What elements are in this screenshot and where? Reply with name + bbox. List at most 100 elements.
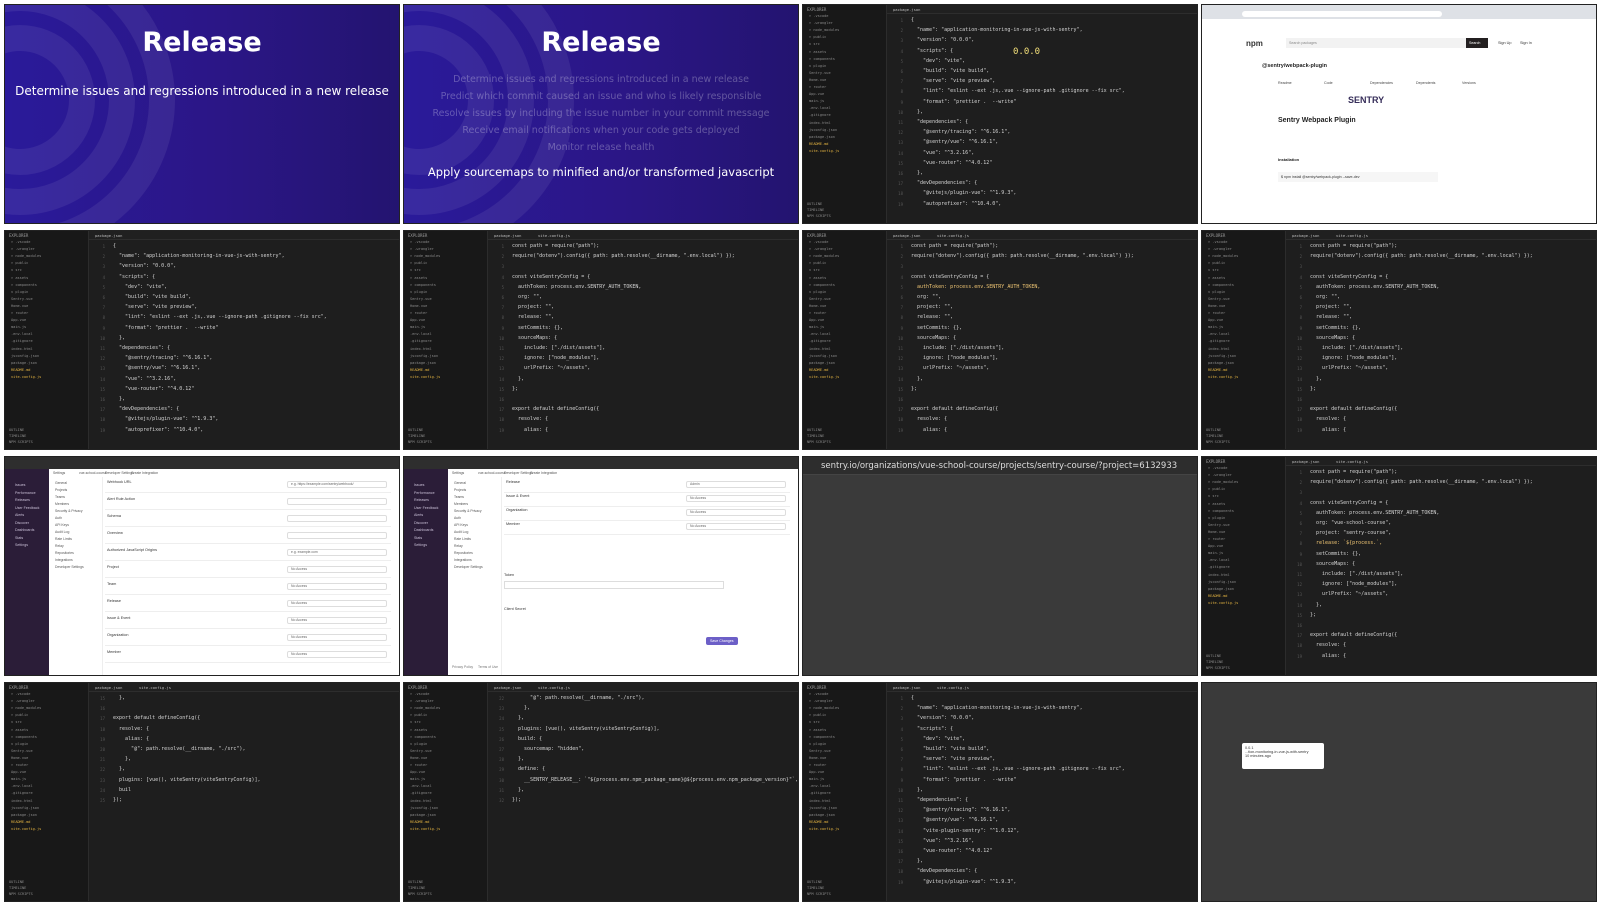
editor-tab[interactable]: package.json [893,7,920,12]
explorer-item[interactable]: main.js [809,325,824,329]
npm-tab[interactable]: Dependents [1416,81,1435,85]
settings-nav-item[interactable]: General [55,481,67,485]
explorer-item[interactable]: vite.config.js [410,375,440,379]
settings-nav-item[interactable]: Rate Limits [55,537,72,541]
explorer-item[interactable]: package.json [410,813,436,817]
explorer-item[interactable]: > assets [410,276,427,280]
editor-tab[interactable]: package.json [1292,459,1319,464]
explorer-item[interactable]: > components [809,735,835,739]
sidebar-item[interactable]: Discover [414,521,428,525]
npm-tab[interactable]: Code [1324,81,1333,85]
explorer-item[interactable]: > node_modules [410,706,440,710]
breadcrumb-item[interactable]: Create Integration [131,471,158,475]
explorer-item[interactable]: README.md [11,368,30,372]
explorer-item[interactable]: Home.vue [410,756,427,760]
explorer-item[interactable]: .env.local [809,332,831,336]
sidebar-item[interactable]: Alerts [414,513,423,517]
npm-sign-in[interactable]: Sign In [1520,41,1532,45]
explorer-item[interactable]: index.html [809,799,831,803]
explorer-item[interactable]: package.json [410,361,436,365]
breadcrumb-item[interactable]: Create Integration [530,471,557,475]
explorer-item[interactable]: App.vue [1208,544,1223,548]
editor-tab[interactable]: vite.config.js [538,685,570,690]
editor-tab[interactable]: package.json [893,233,920,238]
settings-nav-item[interactable]: Relay [454,544,463,548]
explorer-item[interactable]: App.vue [410,770,425,774]
settings-nav-item[interactable]: Teams [454,495,464,499]
explorer-item[interactable]: > .wrangler [1208,247,1232,251]
explorer-item[interactable]: > assets [410,728,427,732]
explorer-timeline[interactable]: TIMELINE [9,434,26,438]
explorer-item[interactable]: README.md [809,142,828,146]
explorer-npm_scripts[interactable]: NPM SCRIPTS [408,892,432,896]
explorer-item[interactable]: vite.config.js [410,827,440,831]
sidebar-item[interactable]: Releases [414,498,429,502]
settings-nav-item[interactable]: Teams [55,495,65,499]
explorer-item[interactable]: .gitignore [809,339,831,343]
explorer-item[interactable]: .env.local [809,106,831,110]
explorer-outline[interactable]: OUTLINE [9,880,24,884]
settings-nav-item[interactable]: Developer Settings [454,565,483,569]
explorer-item[interactable]: Sentry.vue [410,749,432,753]
explorer-item[interactable]: Home.vue [809,304,826,308]
sidebar-item[interactable]: Dashboards [414,528,433,532]
explorer-item[interactable]: package.json [11,813,37,817]
settings-nav-item[interactable]: Projects [55,488,67,492]
explorer-item[interactable]: > node_modules [410,254,440,258]
explorer-item[interactable]: Home.vue [410,304,427,308]
explorer-item[interactable]: .env.local [809,784,831,788]
explorer-item[interactable]: .env.local [410,332,432,336]
explorer-item[interactable]: > components [410,735,436,739]
explorer-item[interactable]: v plugin [410,742,427,746]
explorer-item[interactable]: main.js [11,777,26,781]
editor-tab[interactable]: package.json [494,233,521,238]
permission-select[interactable]: No Access [287,566,387,573]
explorer-item[interactable]: README.md [1208,368,1227,372]
explorer-item[interactable]: > node_modules [1208,254,1238,258]
explorer-item[interactable]: v src [809,720,820,724]
footer-link[interactable]: Terms of Use [478,665,498,669]
explorer-item[interactable]: Sentry.vue [809,749,831,753]
explorer-item[interactable]: > assets [809,50,826,54]
explorer-item[interactable]: > node_modules [809,254,839,258]
permission-select[interactable]: No Access [287,600,387,607]
explorer-item[interactable]: v plugin [410,290,427,294]
explorer-item[interactable]: v src [11,720,22,724]
explorer-outline[interactable]: OUTLINE [807,428,822,432]
explorer-outline[interactable]: OUTLINE [1206,428,1221,432]
explorer-item[interactable]: > router [11,763,28,767]
settings-nav-item[interactable]: Security & Privacy [454,509,482,513]
explorer-timeline[interactable]: TIMELINE [1206,660,1223,664]
sidebar-item[interactable]: Issues [414,483,424,487]
permission-select[interactable]: No Access [686,509,786,516]
breadcrumb-item[interactable]: Settings [452,471,464,475]
explorer-item[interactable]: v src [1208,268,1219,272]
explorer-item[interactable]: jsconfig.json [410,354,438,358]
explorer-item[interactable]: vite.config.js [11,375,41,379]
explorer-item[interactable]: jsconfig.json [11,806,39,810]
explorer-item[interactable]: .gitignore [1208,565,1230,569]
permission-select[interactable]: Admin [686,481,786,488]
explorer-item[interactable]: v plugin [809,742,826,746]
explorer-item[interactable]: jsconfig.json [809,128,837,132]
explorer-item[interactable]: > .vscode [11,240,30,244]
explorer-item[interactable]: README.md [410,820,429,824]
editor-tab[interactable]: package.json [893,685,920,690]
explorer-item[interactable]: > public [410,713,427,717]
explorer-item[interactable]: App.vue [11,318,26,322]
explorer-item[interactable]: > router [410,763,427,767]
explorer-item[interactable]: v src [410,268,421,272]
explorer-item[interactable]: > components [1208,509,1234,513]
explorer-item[interactable]: App.vue [1208,318,1223,322]
explorer-item[interactable]: > components [11,735,37,739]
explorer-item[interactable]: .gitignore [410,339,432,343]
sidebar-item[interactable]: User Feedback [15,506,39,510]
settings-nav-item[interactable]: Repositories [55,551,74,555]
editor-tab[interactable]: vite.config.js [139,685,171,690]
explorer-item[interactable]: > .vscode [410,692,429,696]
explorer-outline[interactable]: OUTLINE [9,428,24,432]
explorer-item[interactable]: .env.local [11,332,33,336]
explorer-item[interactable]: > assets [809,728,826,732]
explorer-item[interactable]: > components [410,283,436,287]
explorer-item[interactable]: Home.vue [11,756,28,760]
